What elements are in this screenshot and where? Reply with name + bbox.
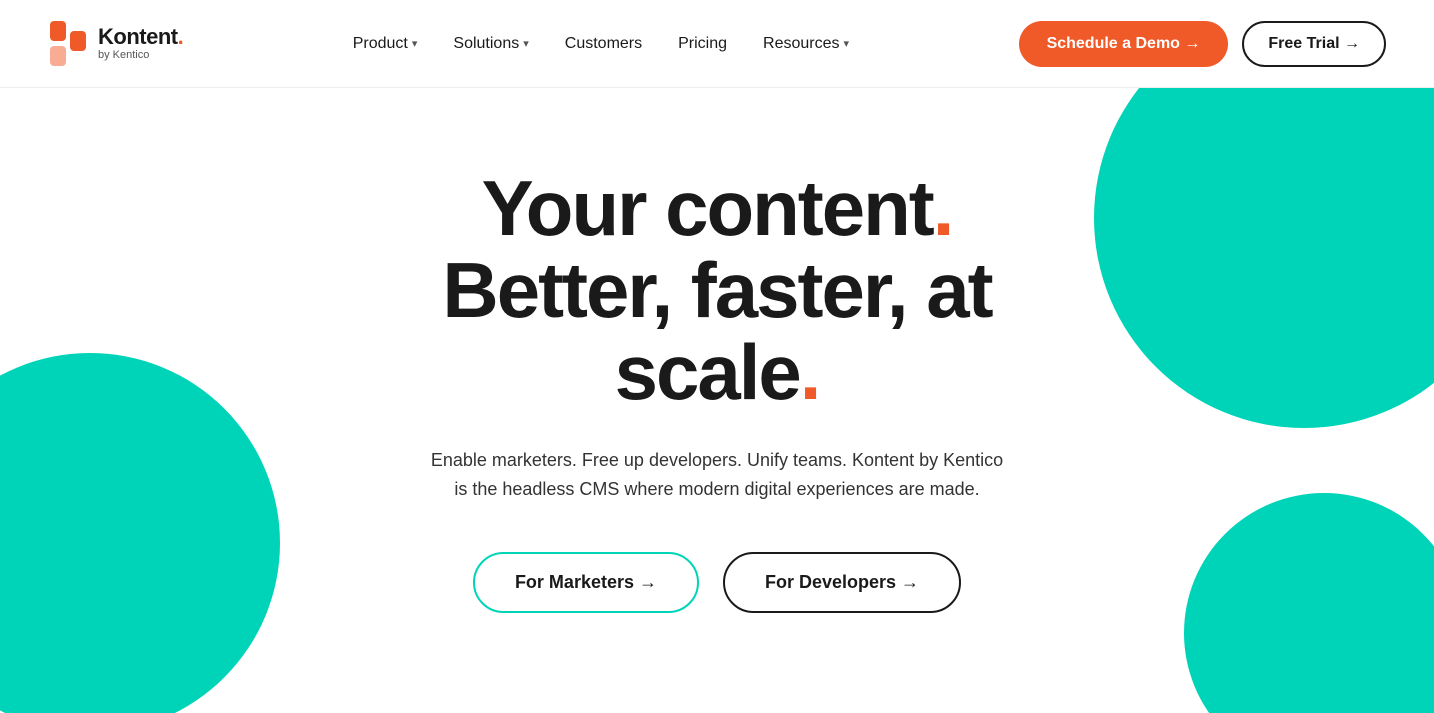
logo-text: Kontent. by Kentico xyxy=(98,26,183,61)
deco-circle-left xyxy=(0,353,280,713)
nav-item-resources[interactable]: Resources ▾ xyxy=(763,35,849,53)
logo-icon xyxy=(48,19,90,69)
nav-link-product[interactable]: Product ▾ xyxy=(353,35,418,53)
hero-buttons: For Marketers → For Developers → xyxy=(337,552,1097,613)
nav-links: Product ▾ Solutions ▾ Customers Pricing … xyxy=(353,35,849,53)
hero-title: Your content. Better, faster, at scale. xyxy=(337,168,1097,414)
hero-subtitle: Enable marketers. Free up developers. Un… xyxy=(427,446,1007,504)
logo-byline: by Kentico xyxy=(98,50,183,61)
nav-item-solutions[interactable]: Solutions ▾ xyxy=(453,35,528,53)
for-marketers-button[interactable]: For Marketers → xyxy=(473,552,699,613)
nav-link-customers[interactable]: Customers xyxy=(565,35,642,53)
nav-item-product[interactable]: Product ▾ xyxy=(353,35,418,53)
nav-item-pricing[interactable]: Pricing xyxy=(678,35,727,53)
chevron-down-icon: ▾ xyxy=(523,37,529,50)
title-dot-1: . xyxy=(933,164,953,252)
hero-title-line2: Better, faster, at scale. xyxy=(442,246,991,416)
chevron-down-icon: ▾ xyxy=(412,37,418,50)
hero-title-line1: Your content. xyxy=(482,164,953,252)
nav-link-resources[interactable]: Resources ▾ xyxy=(763,35,849,53)
hero-content: Your content. Better, faster, at scale. … xyxy=(337,168,1097,612)
title-dot-2: . xyxy=(800,328,820,416)
logo[interactable]: Kontent. by Kentico xyxy=(48,19,183,69)
free-trial-button[interactable]: Free Trial → xyxy=(1242,21,1386,67)
nav-link-pricing[interactable]: Pricing xyxy=(678,35,727,53)
deco-circle-top-right xyxy=(1094,88,1434,428)
schedule-demo-button[interactable]: Schedule a Demo → xyxy=(1019,21,1229,67)
logo-dot: . xyxy=(178,24,184,49)
logo-brand: Kontent. xyxy=(98,26,183,48)
navbar: Kontent. by Kentico Product ▾ Solutions … xyxy=(0,0,1434,88)
nav-link-solutions[interactable]: Solutions ▾ xyxy=(453,35,528,53)
hero-section: Your content. Better, faster, at scale. … xyxy=(0,88,1434,713)
chevron-down-icon: ▾ xyxy=(844,37,850,50)
deco-circle-bottom-right xyxy=(1184,493,1434,713)
nav-item-customers[interactable]: Customers xyxy=(565,35,642,53)
nav-buttons: Schedule a Demo → Free Trial → xyxy=(1019,21,1386,67)
for-developers-button[interactable]: For Developers → xyxy=(723,552,961,613)
